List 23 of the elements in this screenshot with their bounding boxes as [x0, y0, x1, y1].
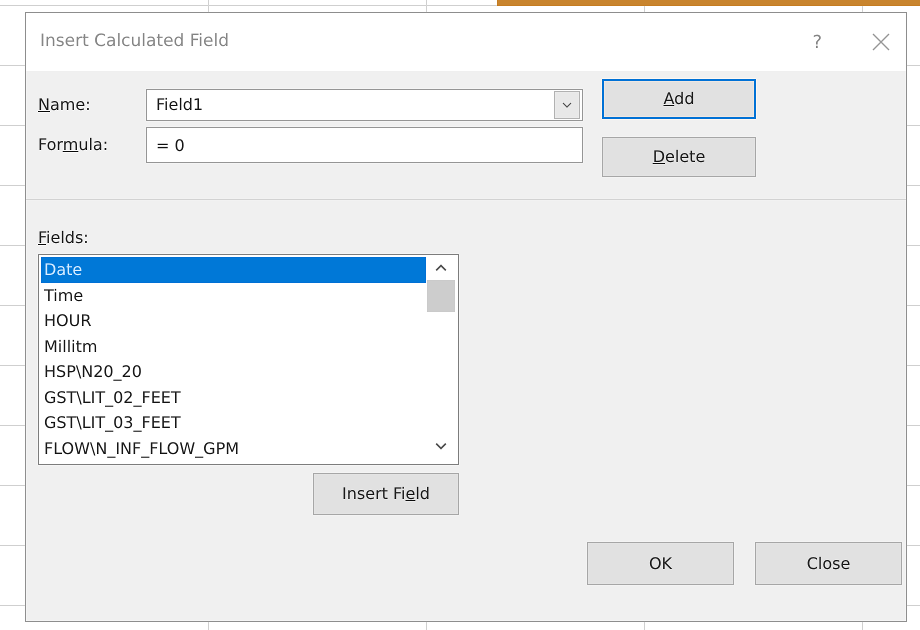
field-list-item[interactable]: Time: [41, 282, 426, 308]
field-list-item[interactable]: Date: [41, 257, 426, 282]
insert-field-button[interactable]: Insert Field: [313, 473, 459, 515]
formula-label: Formula:: [38, 134, 110, 156]
add-button[interactable]: Add: [602, 79, 756, 119]
field-list-item[interactable]: GST\LIT_03_FEET: [41, 410, 426, 436]
scroll-thumb[interactable]: [427, 280, 455, 312]
field-list-item[interactable]: GST\LIT_02_FEET: [41, 384, 426, 410]
field-list-item[interactable]: Millitm: [41, 334, 426, 359]
scroll-up-icon[interactable]: [435, 264, 447, 272]
close-button[interactable]: Close: [755, 542, 902, 585]
field-list-item[interactable]: HOUR: [41, 308, 426, 334]
delete-button[interactable]: Delete: [602, 137, 756, 177]
name-label: Name:: [38, 94, 92, 116]
scroll-down-icon[interactable]: [435, 442, 447, 450]
window-title: Insert Calculated Field: [40, 30, 229, 54]
ok-button[interactable]: OK: [587, 542, 734, 585]
field-list-item[interactable]: HSP\N20_20: [41, 359, 426, 384]
fields-label: Fields:: [38, 228, 89, 247]
name-combo-box[interactable]: Field1: [146, 89, 583, 121]
close-icon[interactable]: [872, 33, 890, 51]
formula-input[interactable]: = 0: [147, 128, 582, 162]
field-list-item[interactable]: FLOW\N_INF_FLOW_GPM: [41, 436, 426, 461]
